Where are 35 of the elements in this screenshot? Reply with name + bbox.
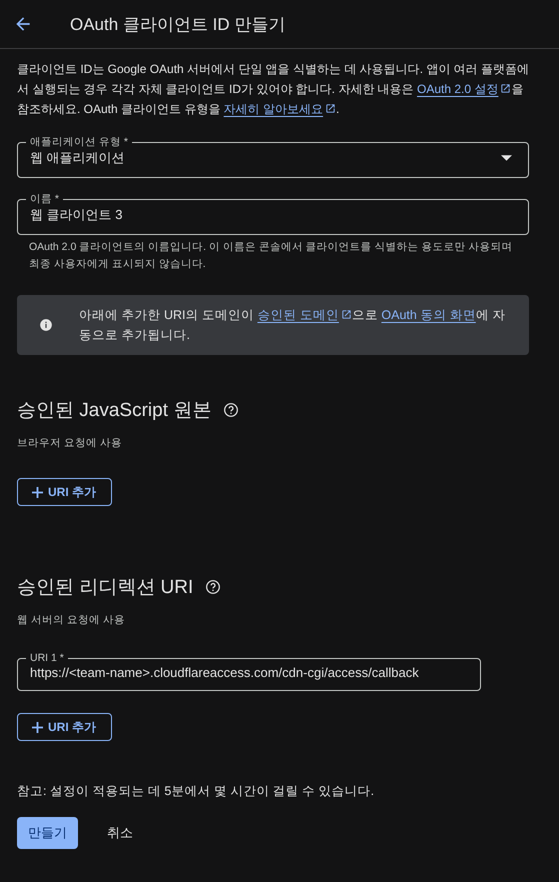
field-value: https://<team-name>.cloudflareaccess.com/cdn-cgi/access/callback: [30, 664, 420, 682]
external-link[interactable]: 승인된 도메인: [257, 308, 352, 322]
uri-field[interactable]: URI 1 * https://<team-name>.cloudflareaccess.com/cdn-cgi/access/callback: [17, 653, 481, 691]
plus-icon: [32, 722, 43, 732]
section-heading: 승인된 리디렉션 URI: [17, 576, 194, 600]
note-text: 참고: 설정이 적용되는 데 5분에서 몇 시간이 걸릴 수 있습니다.: [17, 783, 376, 800]
section-heading: 승인된 JavaScript 원본: [17, 399, 212, 423]
external-link-icon: [500, 83, 512, 94]
cancel-button[interactable]: 취소: [96, 817, 144, 849]
consent-screen-link[interactable]: OAuth 동의 화면: [381, 308, 476, 322]
field-value: 웹 클라이언트 3: [30, 206, 124, 224]
external-link-icon: [325, 103, 336, 114]
intro-paragraph: 클라이언트 ID는 Google OAuth 서버에서 단일 앱을 식별하는 데 사용됩니다. 앱이 여러 플랫폼에서 실행되는 경우 각각 자체 클라이언트 ID가 있어야 합니다. 자세한 내용은 OAuth 2.0 설정 을 참조하세요. OAuth 클라이언트 유형을 자세히 알아보세요 .: [17, 61, 530, 118]
create-button[interactable]: 만들기: [17, 817, 78, 849]
section-subtitle: 웹 서버의 요청에 사용: [17, 613, 126, 627]
field-label: 애플리케이션 유형 *: [29, 137, 129, 147]
field-label: URI 1 *: [29, 653, 65, 663]
add-uri-button[interactable]: URI 추가: [17, 713, 112, 741]
plus-icon: [32, 486, 43, 498]
helper-text: OAuth 2.0 클라이언트의 이름입니다. 이 이름은 콘솔에서 클라이언트를 식별하는 용도로만 사용되며 최종 사용자에게 표시되지 않습니다.: [29, 240, 514, 272]
external-link-icon: [340, 309, 352, 320]
info-icon: [39, 318, 53, 332]
help-icon[interactable]: [205, 579, 222, 595]
field-label: 이름 *: [29, 194, 60, 204]
info-text: 아래에 추가한 URI의 도메인이 승인된 도메인 으로 OAuth 동의 화면에 자동으로 추가됩니다.: [79, 307, 506, 344]
external-link[interactable]: 자세히 알아보세요: [224, 102, 336, 116]
external-link[interactable]: OAuth 2.0 설정: [417, 82, 512, 96]
select-value: 웹 애플리케이션: [30, 149, 125, 167]
page-title: OAuth 클라이언트 ID 만들기: [70, 14, 286, 36]
help-icon[interactable]: [223, 402, 240, 418]
application-type-select[interactable]: 애플리케이션 유형 * 웹 애플리케이션: [17, 137, 529, 178]
name-field[interactable]: 이름 * 웹 클라이언트 3: [17, 194, 529, 235]
dropdown-caret-icon: [501, 155, 512, 161]
section-subtitle: 브라우저 요청에 사용: [17, 436, 123, 450]
add-uri-button[interactable]: URI 추가: [17, 478, 112, 506]
